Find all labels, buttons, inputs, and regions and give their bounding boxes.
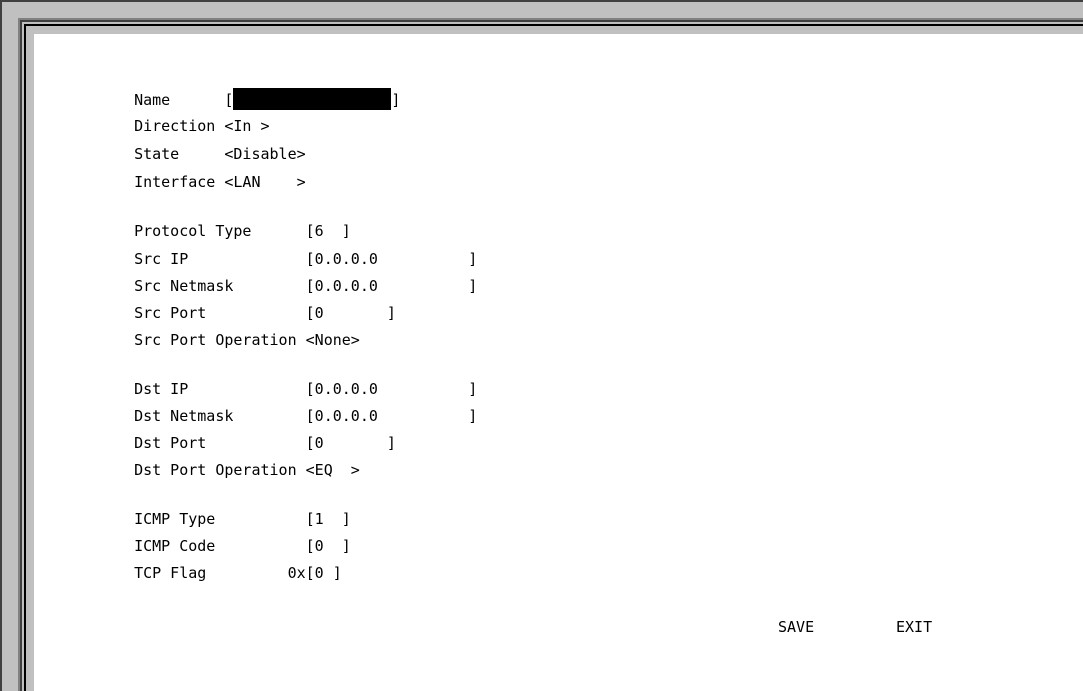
frame-edge: [0, 0, 1083, 2]
frame-edge: [0, 0, 2, 691]
dst-port-operation-row: Dst Port Operation <EQ >: [116, 440, 360, 480]
dst-port-operation-label: Dst Port Operation: [134, 461, 297, 479]
interface-selector[interactable]: <LAN >: [224, 173, 305, 191]
tcp-flag-label: TCP Flag: [134, 564, 207, 582]
tcp-flag-prefix: 0x: [287, 564, 306, 582]
frame-bevel: [24, 24, 26, 691]
tcp-flag-field[interactable]: [0 ]: [306, 564, 342, 582]
tcp-flag-row: TCP Flag 0x[0 ]: [116, 543, 342, 583]
exit-button[interactable]: EXIT: [896, 617, 932, 637]
interface-row: Interface <LAN >: [116, 152, 306, 192]
frame-bevel: [20, 20, 22, 691]
src-port-operation-selector[interactable]: <None>: [306, 331, 360, 349]
interface-label: Interface: [134, 173, 216, 191]
save-button[interactable]: SAVE: [778, 617, 814, 637]
src-port-operation-label: Src Port Operation: [134, 331, 297, 349]
dst-port-operation-selector[interactable]: <EQ >: [306, 461, 360, 479]
frame-bevel: [24, 24, 1083, 26]
src-port-operation-row: Src Port Operation <None>: [116, 310, 360, 350]
frame-bevel: [20, 20, 1083, 22]
